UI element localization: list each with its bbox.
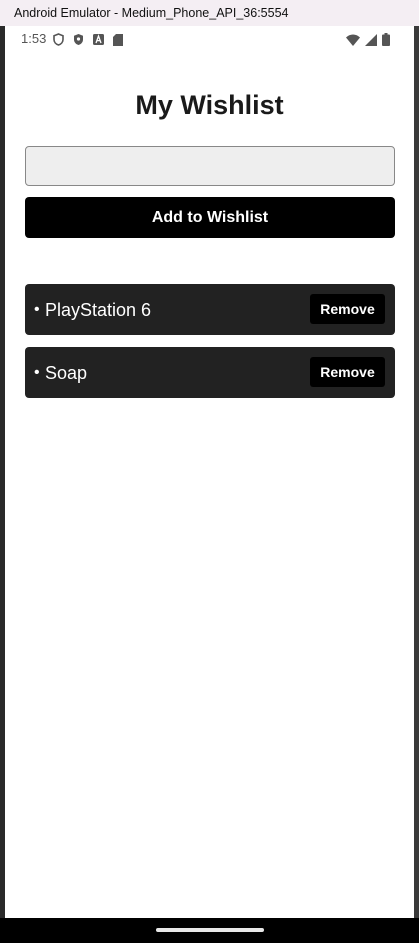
status-time: 1:53 [21,31,47,46]
list-bullet: • [34,301,40,318]
list-bullet: • [34,364,40,381]
font-a-icon [93,34,104,45]
wifi-icon [346,34,360,46]
wishlist-input[interactable] [25,146,395,186]
page-title: My Wishlist [135,90,284,120]
phone-screen: 1:53 My Wishlist Add to Wishlist • PlayS… [5,26,414,918]
remove-button[interactable]: Remove [310,294,385,324]
wishlist-item-name: Soap [45,363,88,383]
signal-icon [365,33,377,46]
shield-outline-icon [53,33,64,46]
battery-icon [382,33,390,46]
status-bar: 1:53 [5,26,414,54]
wishlist-item-name: PlayStation 6 [45,300,152,320]
wishlist-item: • PlayStation 6 Remove [25,284,395,335]
sd-card-icon [113,33,123,46]
window-right-edge [414,26,419,918]
emulator-window-title: Android Emulator - Medium_Phone_API_36:5… [0,0,419,26]
wishlist: • PlayStation 6 Remove • Soap Remove [25,284,395,410]
remove-button[interactable]: Remove [310,357,385,387]
shield-filled-icon [73,33,84,46]
home-gesture-handle[interactable] [156,928,264,932]
status-system-icons [346,33,390,46]
wishlist-item: • Soap Remove [25,347,395,398]
add-to-wishlist-button[interactable]: Add to Wishlist [25,197,395,238]
gesture-navigation-bar [0,918,419,943]
status-notification-icons [53,33,123,46]
